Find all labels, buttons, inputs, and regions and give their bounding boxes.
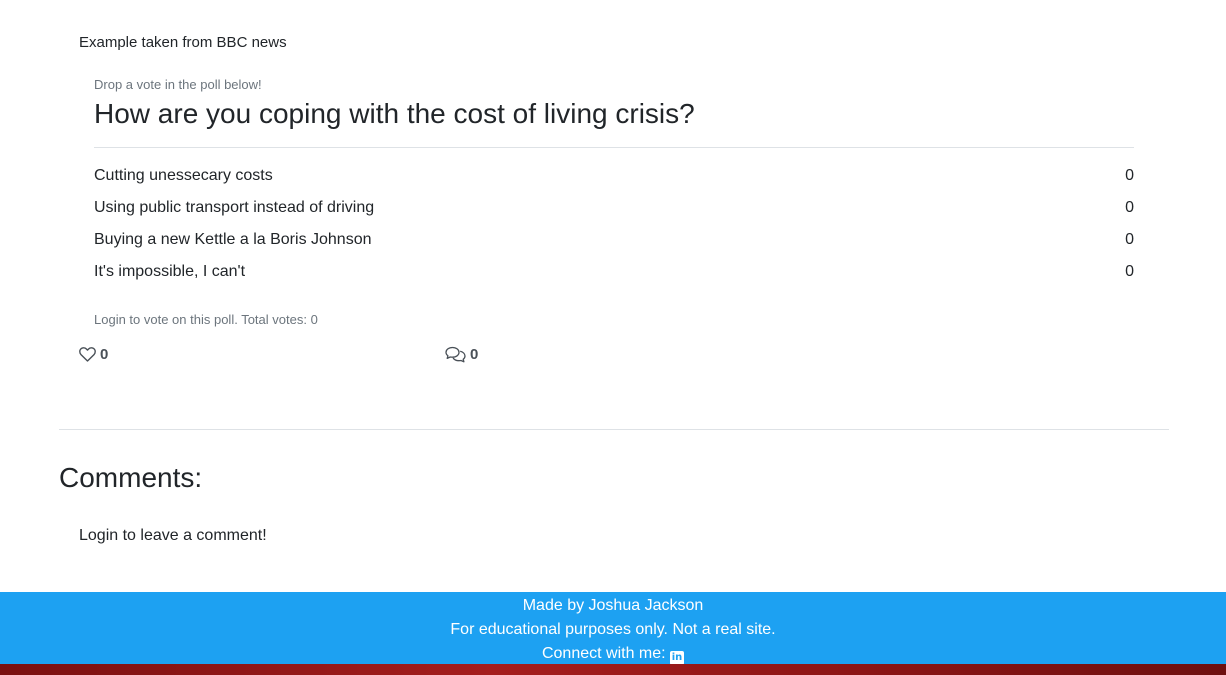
- poll-intro: Drop a vote in the poll below!: [94, 77, 262, 92]
- linkedin-icon[interactable]: in: [670, 651, 685, 665]
- poll-option-label: It's impossible, I can't: [94, 263, 246, 280]
- poll: Drop a vote in the poll below! How are y…: [94, 76, 1134, 327]
- poll-option[interactable]: It's impossible, I can't 0: [94, 256, 1134, 288]
- post-stats: 0 0: [79, 346, 579, 368]
- heart-icon: [79, 347, 96, 362]
- poll-option[interactable]: Buying a new Kettle a la Boris Johnson 0: [94, 224, 1134, 256]
- poll-question: How are you coping with the cost of livi…: [94, 98, 695, 129]
- footer-connect-label: Connect with me:: [541, 645, 666, 662]
- poll-option-label: Cutting unessecary costs: [94, 167, 273, 184]
- poll-divider: [94, 147, 1134, 148]
- poll-option-count: 0: [1125, 199, 1134, 216]
- poll-option-count: 0: [1125, 263, 1134, 280]
- footer-credit: Made by Joshua Jackson: [522, 597, 704, 614]
- like-button[interactable]: 0: [79, 346, 108, 363]
- page: Example taken from BBC news Drop a vote …: [0, 0, 1226, 675]
- poll-option-label: Buying a new Kettle a la Boris Johnson: [94, 231, 372, 248]
- taskbar-strip: [0, 664, 1226, 675]
- footer-connect: Connect with me: in: [0, 642, 1226, 666]
- poll-option-count: 0: [1125, 167, 1134, 184]
- section-divider: [59, 429, 1169, 430]
- site-footer: Made by Joshua Jackson For educational p…: [0, 592, 1226, 666]
- poll-footer-note: Login to vote on this poll. Total votes:…: [94, 312, 318, 327]
- footer-disclaimer: For educational purposes only. Not a rea…: [450, 621, 776, 638]
- comments-heading: Comments:: [59, 462, 203, 493]
- poll-option[interactable]: Cutting unessecary costs 0: [94, 160, 1134, 192]
- comment-count: 0: [470, 346, 479, 363]
- poll-option[interactable]: Using public transport instead of drivin…: [94, 192, 1134, 224]
- like-count: 0: [100, 346, 109, 363]
- comments-button[interactable]: 0: [445, 346, 478, 363]
- source-note: Example taken from BBC news: [79, 34, 287, 51]
- chat-bubbles-icon: [445, 346, 466, 363]
- poll-option-label: Using public transport instead of drivin…: [94, 199, 375, 216]
- poll-option-count: 0: [1125, 231, 1134, 248]
- comment-login-prompt: Login to leave a comment!: [79, 527, 267, 544]
